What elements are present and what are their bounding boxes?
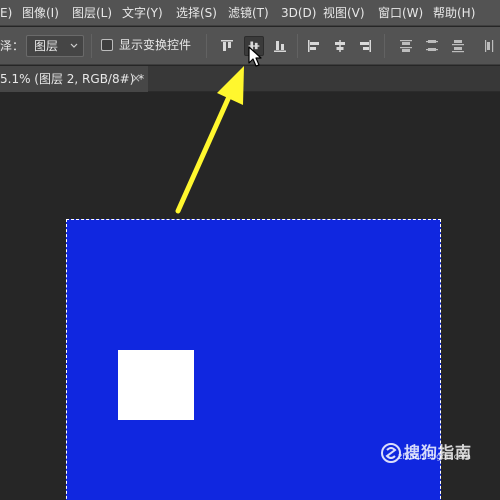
align-left-edges-icon[interactable] [304, 36, 324, 56]
menu-filter[interactable]: 滤镜(T) [228, 6, 269, 20]
show-transform-controls-checkbox[interactable] [101, 39, 113, 51]
auto-select-target-dropdown[interactable]: 图层 [26, 35, 84, 57]
distribute-bottom-edges-icon[interactable] [448, 36, 468, 56]
menu-layer[interactable]: 图层(L) [72, 6, 112, 20]
menu-select[interactable]: 选择(S) [176, 6, 217, 20]
auto-select-label: 泽： [0, 39, 25, 53]
chevron-down-icon [70, 43, 78, 48]
dropdown-selected-value: 图层 [34, 39, 59, 53]
distribute-vertical-centers-icon[interactable] [422, 36, 442, 56]
menu-help[interactable]: 帮助(H) [433, 6, 475, 20]
document-tab[interactable]: 5.1% (图层 2, RGB/8#) * × [0, 66, 148, 92]
options-divider [206, 34, 207, 58]
align-vertical-centers-icon[interactable] [244, 36, 264, 56]
show-transform-controls-label: 显示变换控件 [119, 38, 192, 52]
watermark-url: zhinan.sogou.com [398, 452, 471, 461]
menu-image[interactable]: 图像(I) [22, 6, 59, 20]
align-horizontal-centers-icon[interactable] [330, 36, 350, 56]
options-divider [91, 34, 92, 58]
align-top-edges-icon[interactable] [217, 36, 237, 56]
menu-bar: E) 图像(I) 图层(L) 文字(Y) 选择(S) 滤镜(T) 3D(D) 视… [0, 0, 500, 26]
menu-window[interactable]: 窗口(W) [378, 6, 423, 20]
align-right-edges-icon[interactable] [355, 36, 375, 56]
menu-3d[interactable]: 3D(D) [281, 6, 316, 20]
distribute-left-edges-icon[interactable] [480, 36, 500, 56]
distribute-top-edges-icon[interactable] [396, 36, 416, 56]
align-bottom-edges-icon[interactable] [270, 36, 290, 56]
document-tab-strip: 5.1% (图层 2, RGB/8#) * × [0, 66, 500, 92]
photoshop-window: E) 图像(I) 图层(L) 文字(Y) 选择(S) 滤镜(T) 3D(D) 视… [0, 0, 500, 500]
canvas-workspace [0, 92, 500, 500]
menu-type[interactable]: 文字(Y) [122, 6, 163, 20]
options-bar: 泽： 图层 显示变换控件 [0, 27, 500, 65]
options-divider [297, 34, 298, 58]
document-tab-title: 5.1% (图层 2, RGB/8#) * [0, 72, 145, 86]
menu-view[interactable]: 视图(V) [323, 6, 365, 20]
options-divider [384, 34, 385, 58]
menu-edit[interactable]: E) [0, 6, 12, 20]
close-icon[interactable]: × [131, 71, 141, 85]
white-square-layer[interactable] [118, 350, 194, 420]
